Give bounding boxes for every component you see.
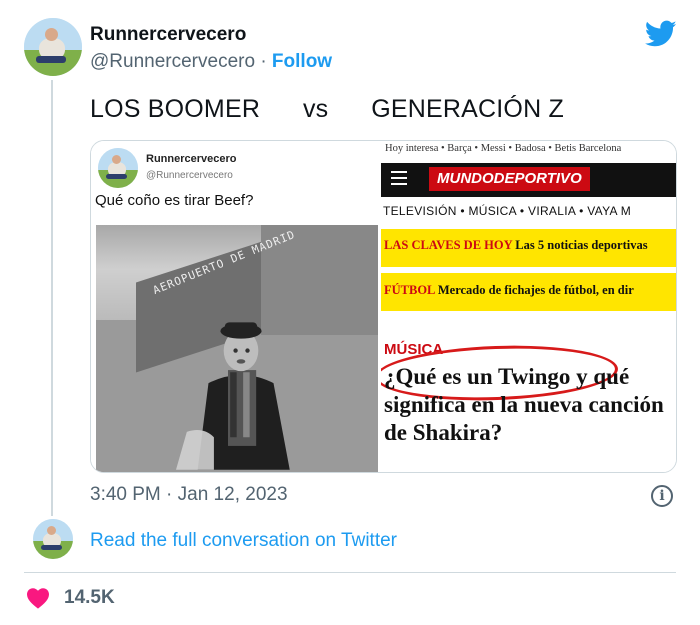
heart-icon[interactable] [26, 586, 50, 610]
left-panel-name: Runnercervecero [146, 153, 237, 165]
futbol-text: Mercado de fichajes de fútbol, en dir [434, 283, 634, 297]
tweet-timestamp[interactable]: 3:40 PM · Jan 12, 2023 [90, 484, 288, 506]
futbol-label: FÚTBOL [384, 283, 435, 297]
left-panel-handle: @Runnercervecero [146, 170, 233, 181]
thread-line [51, 80, 53, 516]
tweet-text: LOS BOOMER vs GENERACIÓN Z [90, 95, 564, 123]
author-name[interactable]: Runnercervecero [90, 24, 246, 46]
md-logo: MUNDODEPORTIVO [429, 167, 590, 191]
separator-dot: · [260, 51, 267, 72]
left-meme-panel: Runnercervecero @Runnercervecero Qué coñ… [91, 141, 379, 472]
info-icon[interactable]: i [651, 485, 673, 507]
man-figure [176, 322, 290, 470]
md-claves-row: LAS CLAVES DE HOY Las 5 noticias deporti… [384, 238, 648, 253]
right-news-panel: Hoy interesa • Barça • Messi • Badosa • … [381, 141, 676, 472]
md-futbol-row: FÚTBOL Mercado de fichajes de fútbol, en… [384, 283, 634, 298]
md-headline: ¿Qué es un Twingo y qué significa en la … [384, 364, 664, 445]
author-avatar[interactable] [24, 18, 82, 76]
hamburger-menu-icon [391, 171, 407, 173]
twitter-bird-icon[interactable] [645, 20, 677, 48]
reply-avatar[interactable] [33, 519, 73, 559]
left-panel-question: Qué coño es tirar Beef? [95, 192, 254, 209]
md-menu: TELEVISIÓN • MÚSICA • VIRALIA • VAYA M [383, 204, 632, 218]
read-conversation-link[interactable]: Read the full conversation on Twitter [90, 530, 397, 552]
like-count[interactable]: 14.5K [64, 587, 115, 609]
tweet-media-image[interactable]: Runnercervecero @Runnercervecero Qué coñ… [90, 140, 677, 473]
author-handle-row: @Runnercervecero · Follow [90, 51, 332, 73]
divider [24, 572, 676, 573]
md-top-nav: Hoy interesa • Barça • Messi • Badosa • … [385, 143, 622, 154]
author-handle[interactable]: @Runnercervecero [90, 51, 255, 72]
claves-text: Las 5 noticias deportivas [512, 238, 648, 252]
follow-button[interactable]: Follow [272, 51, 332, 72]
left-panel-avatar [98, 148, 138, 188]
airport-photo: AEROPUERTO DE MADRID [96, 225, 378, 472]
claves-label: LAS CLAVES DE HOY [384, 238, 513, 252]
